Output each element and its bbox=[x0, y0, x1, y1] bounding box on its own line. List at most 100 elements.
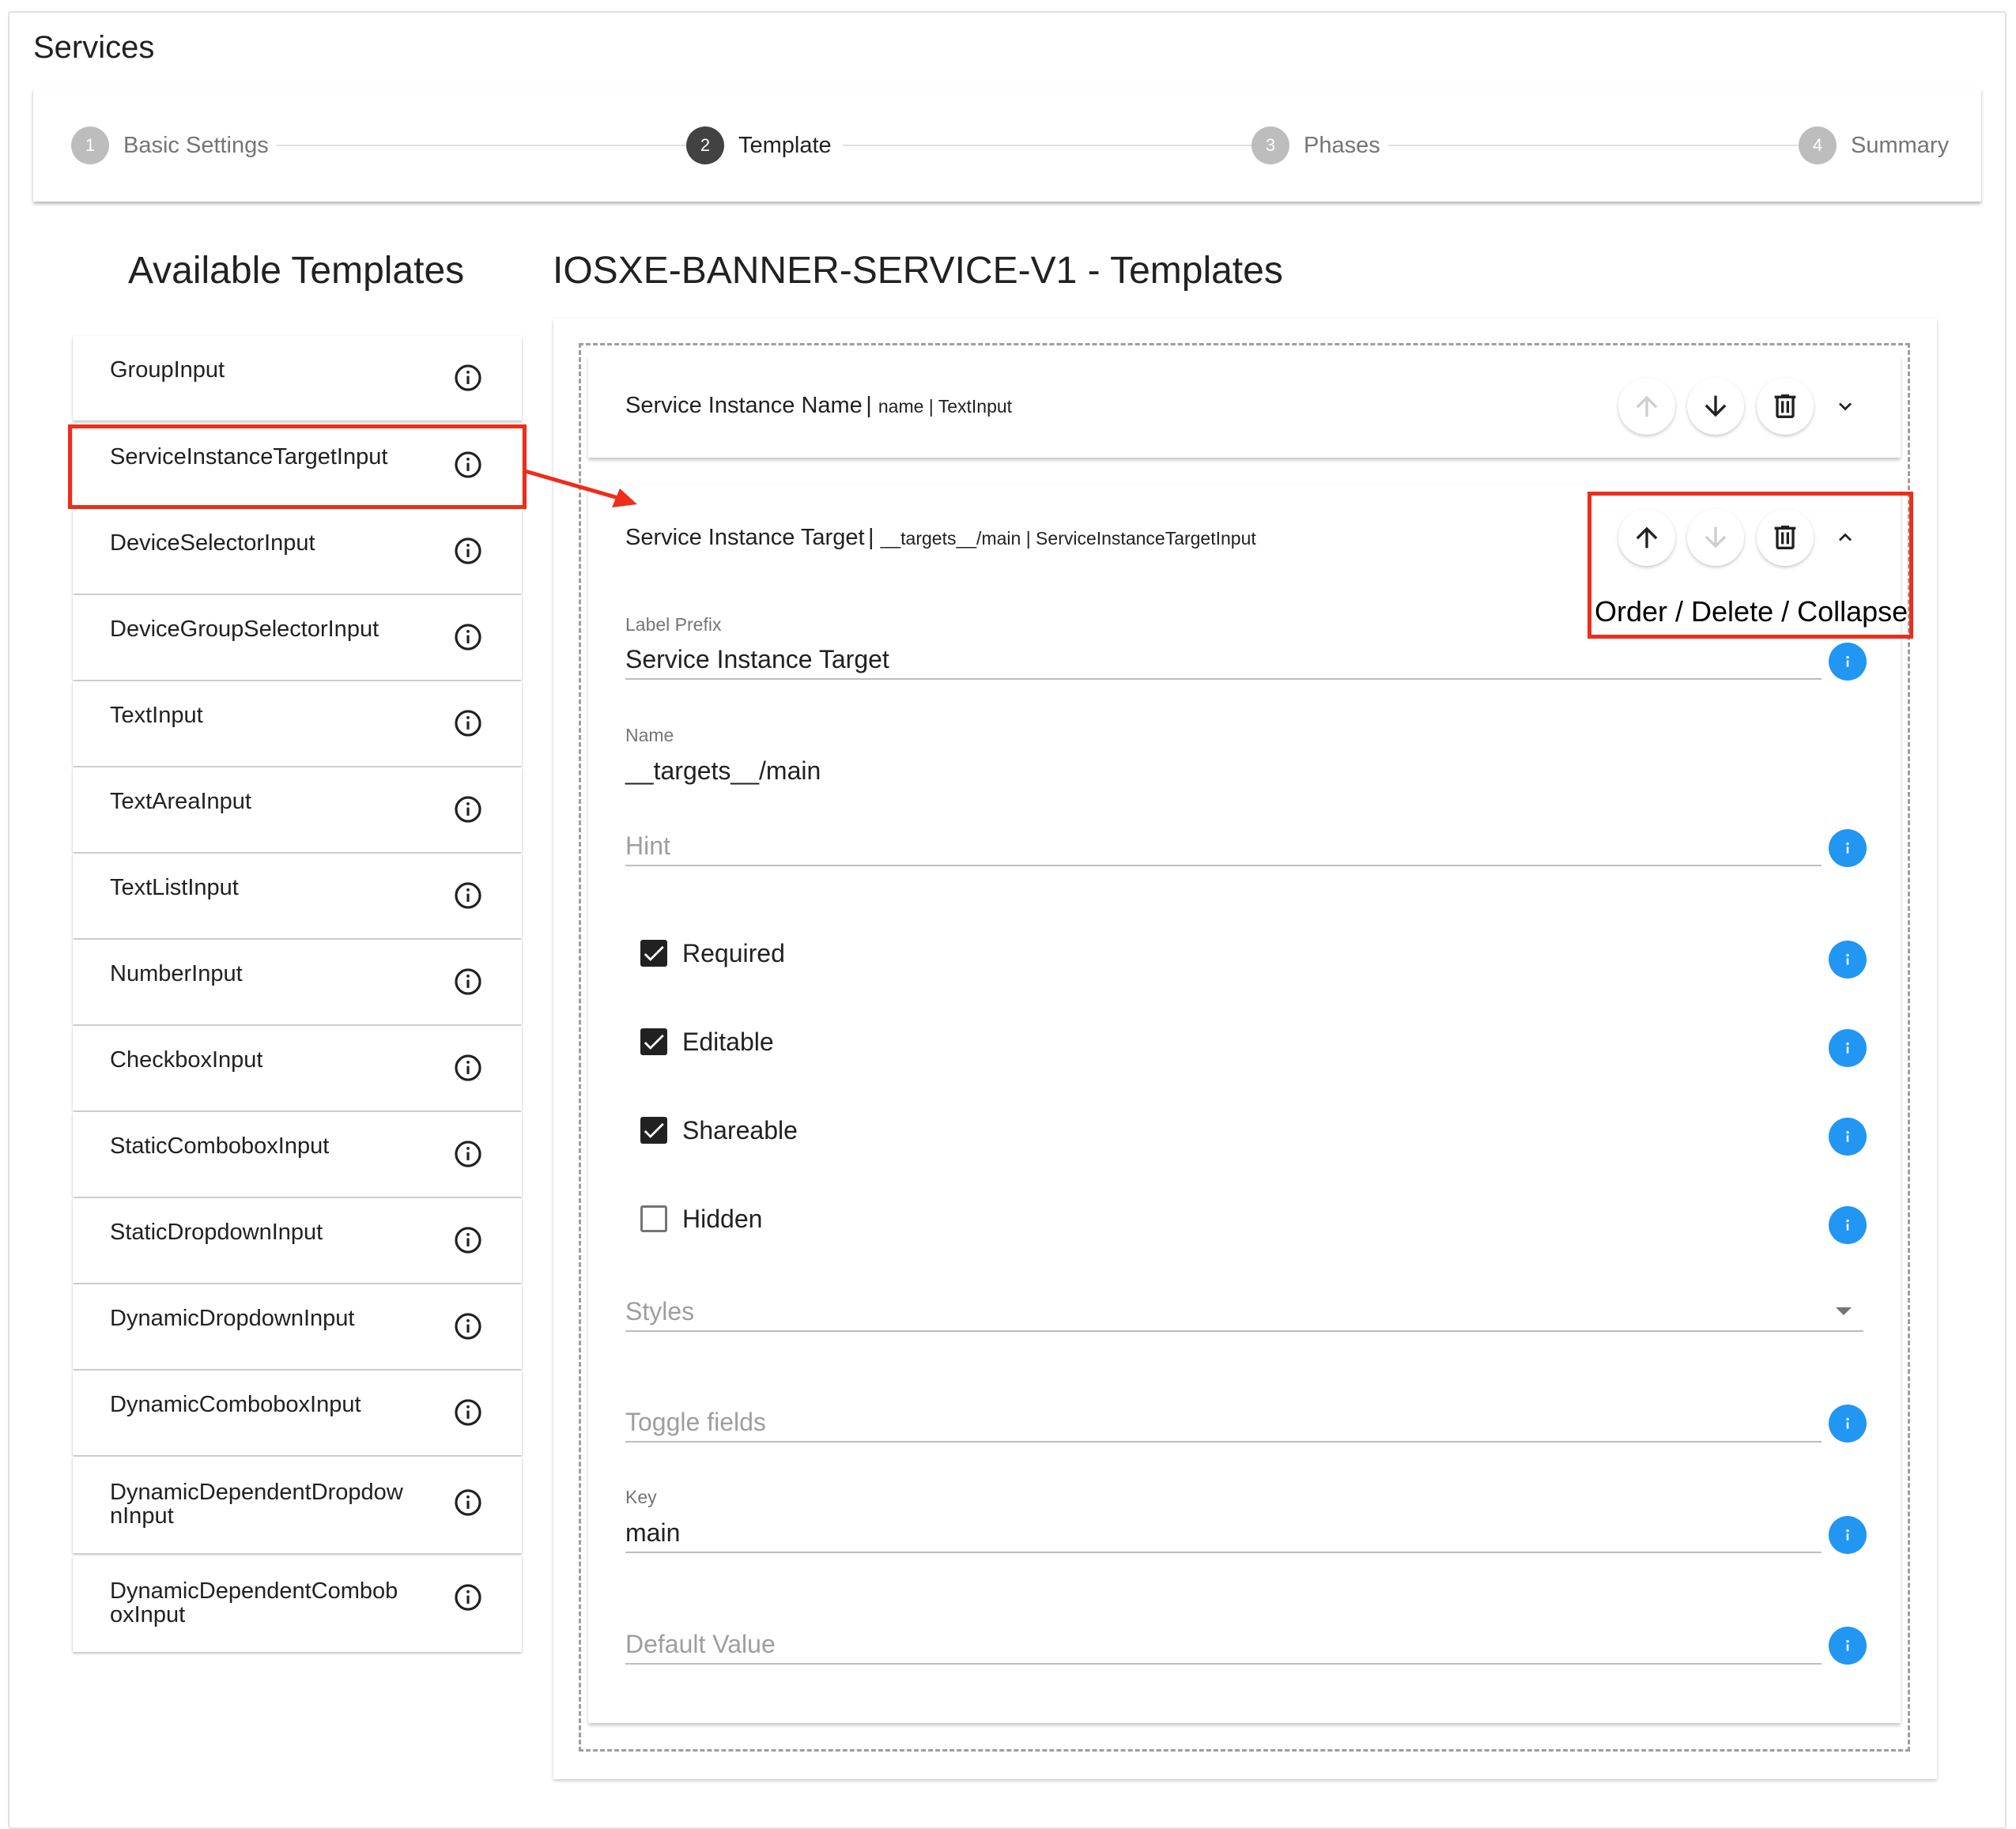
template-item[interactable]: DeviceSelectorInput bbox=[73, 509, 522, 594]
info-icon[interactable] bbox=[1829, 1206, 1867, 1244]
move-up-button[interactable] bbox=[1618, 378, 1675, 435]
template-item-label: CheckboxInput bbox=[110, 1047, 263, 1073]
info-i-glyph bbox=[1846, 842, 1849, 854]
template-item[interactable]: StaticComboboxInput bbox=[73, 1112, 522, 1197]
template-item-label: DeviceGroupSelectorInput bbox=[110, 617, 379, 642]
template-item-label: DynamicDependentDropdow nInput bbox=[110, 1480, 403, 1529]
info-outline-icon[interactable] bbox=[455, 710, 481, 737]
info-outline-glyph bbox=[455, 1227, 481, 1254]
template-item-label: TextListInput bbox=[110, 875, 239, 900]
hidden-checkbox[interactable] bbox=[640, 1205, 667, 1232]
template-item[interactable]: DynamicComboboxInput bbox=[73, 1371, 522, 1455]
step-template[interactable]: 2 Template bbox=[686, 126, 832, 164]
styles-underline bbox=[625, 1330, 1863, 1332]
template-item[interactable]: StaticDropdownInput bbox=[73, 1198, 522, 1283]
row-meta: name | TextInput bbox=[878, 396, 1013, 417]
chevron-down-icon bbox=[1839, 402, 1852, 411]
available-templates-title: Available Templates bbox=[128, 250, 465, 292]
info-outline-icon[interactable] bbox=[455, 882, 481, 909]
delete-button[interactable] bbox=[1757, 378, 1814, 435]
hint-underline bbox=[625, 865, 1822, 866]
template-item[interactable]: DynamicDropdownInput bbox=[73, 1284, 522, 1369]
info-outline-icon[interactable] bbox=[455, 1584, 481, 1611]
step-connector bbox=[843, 145, 1271, 146]
step-number-badge: 1 bbox=[71, 126, 109, 164]
info-i-glyph bbox=[1846, 655, 1849, 667]
editable-label: Editable bbox=[682, 1028, 774, 1056]
info-outline-icon[interactable] bbox=[455, 1313, 481, 1340]
info-outline-icon[interactable] bbox=[455, 796, 481, 823]
info-i-glyph bbox=[1846, 1042, 1849, 1054]
default-value-underline bbox=[625, 1663, 1822, 1665]
editable-checkbox[interactable] bbox=[640, 1028, 667, 1055]
default-value-input[interactable]: Default Value bbox=[625, 1630, 776, 1659]
shareable-checkbox[interactable] bbox=[640, 1117, 667, 1144]
info-outline-glyph bbox=[455, 968, 481, 995]
required-label: Required bbox=[682, 939, 785, 967]
row-header: Service Instance Target | __targets__/ma… bbox=[625, 525, 1256, 551]
template-item[interactable]: TextAreaInput bbox=[73, 767, 522, 852]
highlight-box-template-item bbox=[68, 424, 527, 509]
hidden-label: Hidden bbox=[682, 1205, 763, 1233]
page-title: Services bbox=[33, 30, 155, 65]
info-icon[interactable] bbox=[1829, 941, 1867, 979]
info-outline-icon[interactable] bbox=[455, 1141, 481, 1167]
info-icon[interactable] bbox=[1829, 1405, 1867, 1442]
step-phases[interactable]: 3 Phases bbox=[1252, 126, 1380, 164]
template-item[interactable]: NumberInput bbox=[73, 940, 522, 1024]
info-icon[interactable] bbox=[1829, 1029, 1867, 1067]
info-outline-icon[interactable] bbox=[455, 364, 481, 391]
wizard-stepper: 1 Basic Settings 2 Template 3 Phases 4 S… bbox=[33, 89, 1981, 202]
info-icon[interactable] bbox=[1829, 1516, 1867, 1554]
info-icon[interactable] bbox=[1829, 1118, 1867, 1156]
row-header: Service Instance Name | name | TextInput bbox=[625, 393, 1012, 419]
info-outline-glyph bbox=[455, 1313, 481, 1340]
annotation-label: Order / Delete / Collapse bbox=[1595, 595, 1908, 628]
info-outline-icon[interactable] bbox=[455, 537, 481, 564]
dropdown-arrow-icon[interactable] bbox=[1834, 1306, 1853, 1317]
checkmark-icon bbox=[644, 1122, 664, 1138]
info-outline-icon[interactable] bbox=[455, 624, 481, 651]
template-item[interactable]: DeviceGroupSelectorInput bbox=[73, 595, 522, 680]
template-item[interactable]: TextListInput bbox=[73, 854, 522, 938]
row-title: Service Instance Name bbox=[625, 393, 863, 418]
move-down-button[interactable] bbox=[1687, 378, 1744, 435]
styles-select[interactable]: Styles bbox=[625, 1297, 694, 1326]
info-icon[interactable] bbox=[1829, 1627, 1867, 1665]
services-page: Services 1 Basic Settings 2 Template 3 P… bbox=[0, 0, 2016, 1829]
required-checkbox[interactable] bbox=[640, 940, 667, 967]
key-input[interactable]: main bbox=[625, 1518, 680, 1548]
template-item[interactable]: CheckboxInput bbox=[73, 1026, 522, 1111]
step-connector bbox=[1388, 145, 1812, 146]
label-prefix-label: Label Prefix bbox=[625, 614, 722, 635]
hint-input[interactable]: Hint bbox=[625, 832, 670, 861]
info-outline-glyph bbox=[455, 1399, 481, 1426]
step-basic-settings[interactable]: 1 Basic Settings bbox=[71, 126, 269, 164]
step-connector bbox=[277, 145, 700, 146]
info-outline-glyph bbox=[455, 537, 481, 564]
checkmark-icon bbox=[644, 1034, 664, 1050]
template-item-label: DeviceSelectorInput bbox=[110, 530, 315, 556]
row-title: Service Instance Target bbox=[625, 525, 865, 550]
info-outline-icon[interactable] bbox=[455, 968, 481, 995]
step-summary[interactable]: 4 Summary bbox=[1799, 126, 1949, 164]
info-icon[interactable] bbox=[1829, 829, 1867, 867]
expand-button[interactable] bbox=[1829, 390, 1861, 422]
toggle-fields-input[interactable]: Toggle fields bbox=[625, 1408, 766, 1437]
step-label: Template bbox=[738, 132, 832, 158]
step-label: Basic Settings bbox=[123, 132, 269, 158]
template-item-label: StaticDropdownInput bbox=[110, 1220, 323, 1245]
template-item[interactable]: DynamicDependentCombob oxInput bbox=[73, 1556, 522, 1652]
label-prefix-input[interactable]: Service Instance Target bbox=[625, 645, 889, 674]
template-item[interactable]: DynamicDependentDropdow nInput bbox=[73, 1457, 522, 1553]
row-separator: | bbox=[867, 525, 881, 550]
template-item[interactable]: GroupInput bbox=[73, 336, 522, 420]
info-outline-glyph bbox=[455, 882, 481, 909]
info-outline-icon[interactable] bbox=[455, 1227, 481, 1254]
arrow-up-icon bbox=[1636, 395, 1658, 417]
info-outline-icon[interactable] bbox=[455, 1399, 481, 1426]
template-item[interactable]: TextInput bbox=[73, 681, 522, 766]
info-outline-icon[interactable] bbox=[455, 1054, 481, 1081]
info-outline-icon[interactable] bbox=[455, 1489, 481, 1516]
info-icon[interactable] bbox=[1829, 643, 1867, 681]
